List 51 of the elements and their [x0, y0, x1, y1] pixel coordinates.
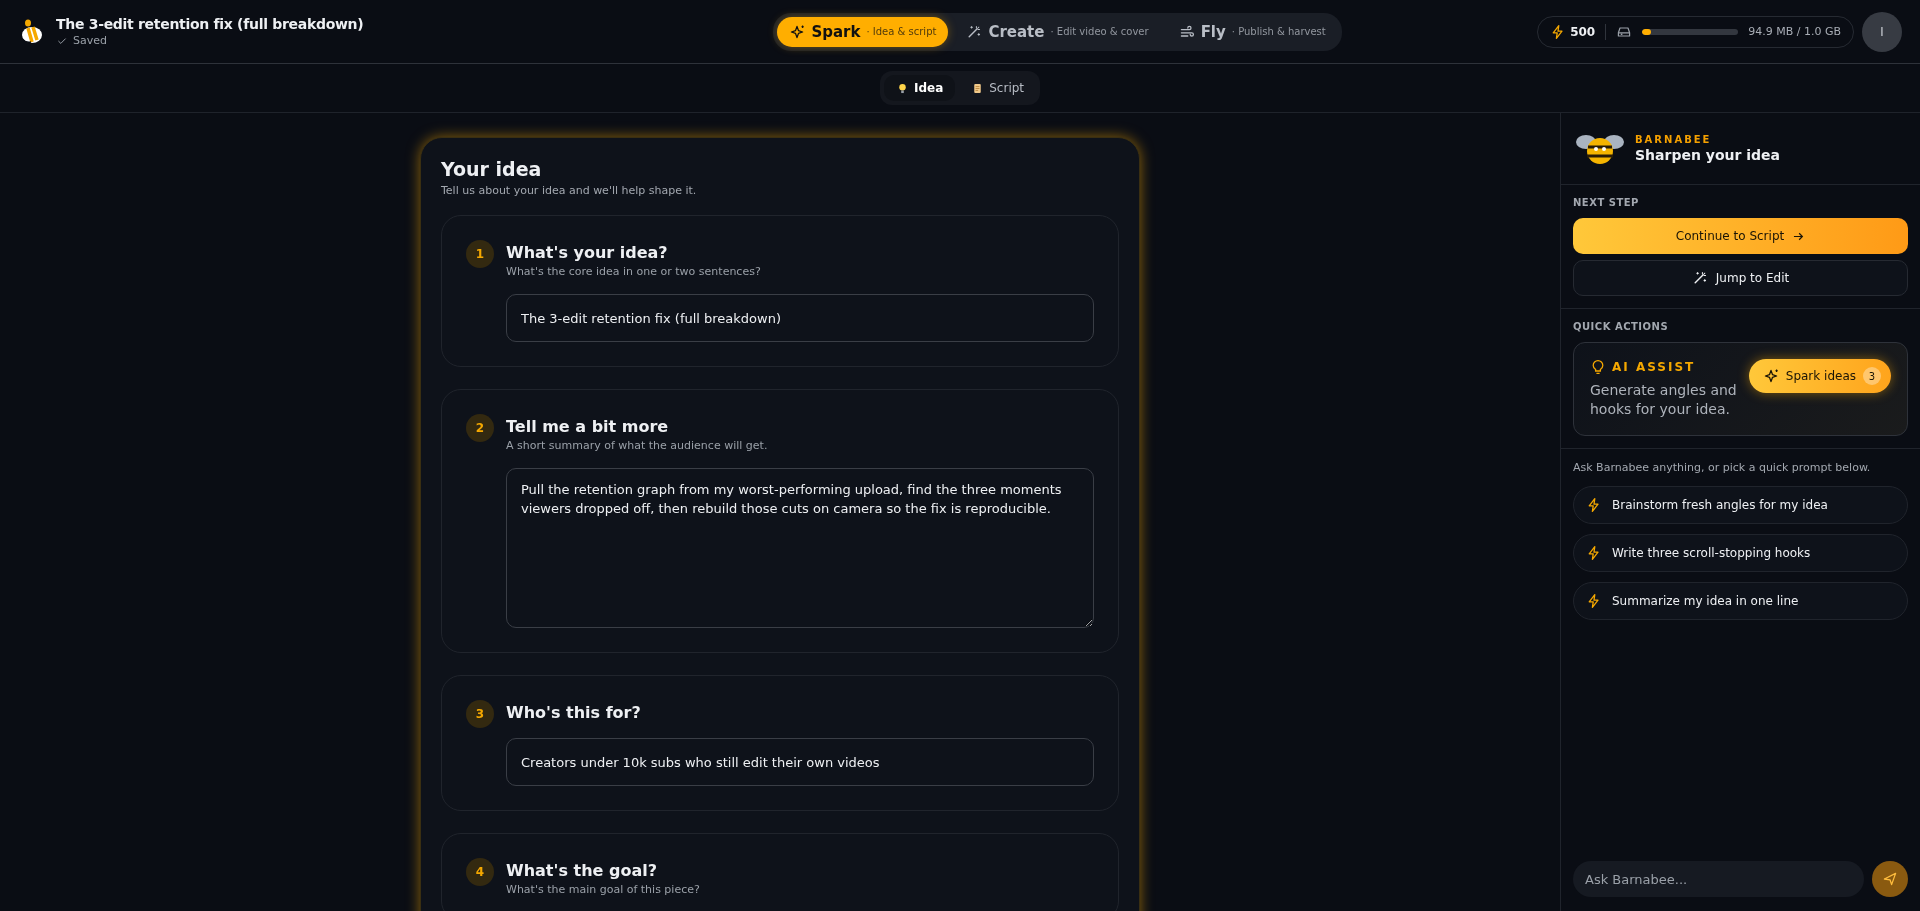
- question-title: What's the goal?: [506, 861, 658, 880]
- count-badge: 3: [1863, 367, 1881, 385]
- question-title: Who's this for?: [506, 703, 642, 722]
- lightning-icon: [1586, 544, 1602, 561]
- input-field[interactable]: The 3-edit retention fix (full breakdown): [506, 294, 1094, 342]
- send-icon: [1882, 871, 1898, 887]
- save-status: Saved: [73, 34, 107, 47]
- quick-prompt[interactable]: Summarize my idea in one line: [1573, 581, 1908, 620]
- send-button[interactable]: [1872, 861, 1908, 897]
- spark-ideas-button[interactable]: Spark ideas 3: [1748, 359, 1891, 393]
- avatar[interactable]: I: [1862, 11, 1902, 52]
- assist-description: Generate angles and hooks for your idea.: [1590, 381, 1738, 419]
- subtab[interactable]: Idea: [883, 75, 956, 101]
- step-number: 4: [466, 858, 494, 886]
- question-title: What's your idea?: [506, 243, 669, 262]
- storage-reading: 94.9 MB / 1.0 GB: [1748, 25, 1841, 38]
- chat-input[interactable]: Ask Barnabee...: [1573, 861, 1864, 897]
- question-title: Tell me a bit more: [506, 417, 670, 436]
- section-label: NEXT STEP: [1573, 197, 1640, 208]
- quick-prompt[interactable]: Write three scroll-stopping hooks: [1573, 533, 1908, 572]
- question-hint: What's the main goal of this piece?: [506, 883, 701, 896]
- quick-prompt[interactable]: Brainstorm fresh angles for my idea: [1573, 485, 1908, 524]
- section-label: QUICK ACTIONS: [1573, 321, 1670, 332]
- step-number: 1: [466, 240, 494, 268]
- question-hint: A short summary of what the audience will get.: [506, 439, 769, 452]
- assistant-intro: Ask Barnabee anything, or pick a quick prompt below.: [1573, 460, 1872, 474]
- input-field[interactable]: Creators under 10k subs who still edit their own videos: [506, 738, 1094, 786]
- subtab[interactable]: Script: [959, 75, 1037, 101]
- lightning-icon: [1586, 496, 1602, 513]
- lightbulb-icon: [1590, 359, 1606, 375]
- card-subtitle: Tell us about your idea and we'll help shape it.: [441, 184, 698, 197]
- question-hint: What's the core idea in one or two sentences?: [506, 265, 762, 278]
- credit-count: 500: [1570, 24, 1596, 39]
- document-title: The 3-edit retention fix (full breakdown): [56, 16, 364, 32]
- stage-tab[interactable]: Spark · Idea & script: [777, 16, 949, 47]
- assistant-heading: Sharpen your idea: [1635, 147, 1780, 163]
- step-number: 2: [466, 414, 494, 442]
- lightning-icon: [1586, 592, 1602, 609]
- sparkle-icon: [789, 23, 806, 40]
- assist-label: AI ASSIST: [1612, 360, 1696, 374]
- assistant-name: BARNABEE: [1635, 134, 1713, 145]
- continue-button[interactable]: Continue to Script: [1573, 218, 1908, 254]
- magic-wand-icon: [966, 23, 983, 40]
- jump-to-edit-button[interactable]: Jump to Edit: [1573, 260, 1908, 296]
- wind-icon: [1178, 23, 1195, 40]
- stage-tab[interactable]: Create · Edit video & cover: [954, 16, 1161, 47]
- stage-tab[interactable]: Fly · Publish & harvest: [1166, 16, 1338, 47]
- text-area[interactable]: Pull the retention graph from my worst-performing upload, find the three moments viewers dropped off, then rebuild those cuts on camera so the fix is reproducible.: [506, 468, 1094, 628]
- card-title: Your idea: [441, 158, 543, 180]
- step-number: 3: [466, 700, 494, 728]
- sparkle-icon: [1762, 368, 1779, 384]
